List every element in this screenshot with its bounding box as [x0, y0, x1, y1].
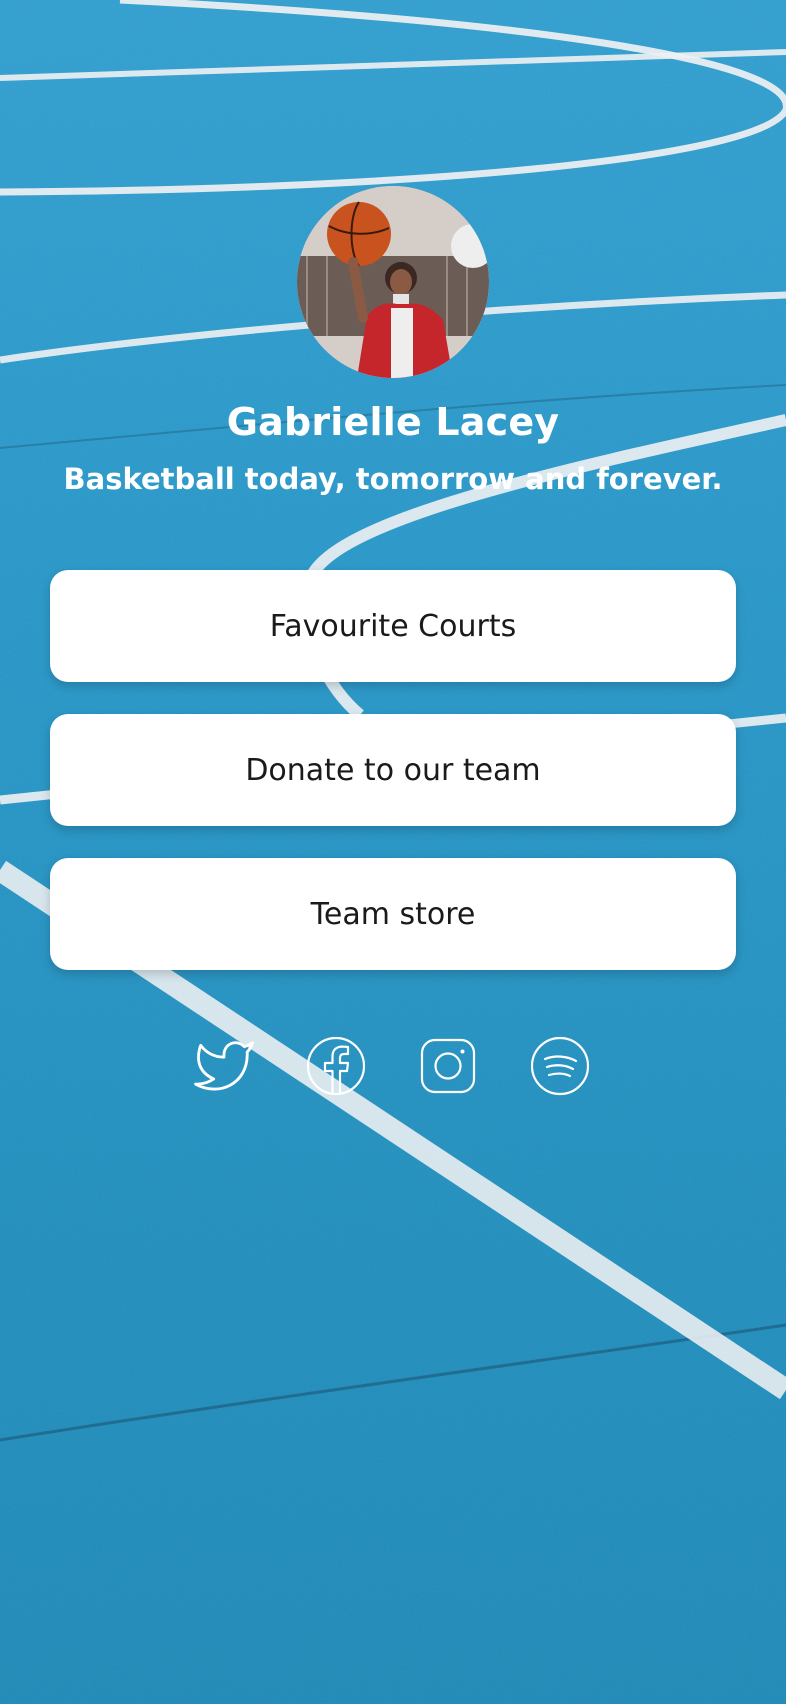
profile-bio: Basketball today, tomorrow and forever. [63, 462, 723, 496]
social-links [0, 1035, 786, 1097]
team-store-button[interactable]: Team store [50, 858, 736, 970]
profile-avatar [297, 186, 489, 378]
favourite-courts-button[interactable]: Favourite Courts [50, 570, 736, 682]
spotify-icon[interactable] [529, 1035, 591, 1097]
twitter-icon[interactable] [193, 1035, 255, 1097]
donate-button[interactable]: Donate to our team [50, 714, 736, 826]
profile-name: Gabrielle Lacey [226, 400, 560, 444]
instagram-icon[interactable] [417, 1035, 479, 1097]
facebook-icon[interactable] [305, 1035, 367, 1097]
